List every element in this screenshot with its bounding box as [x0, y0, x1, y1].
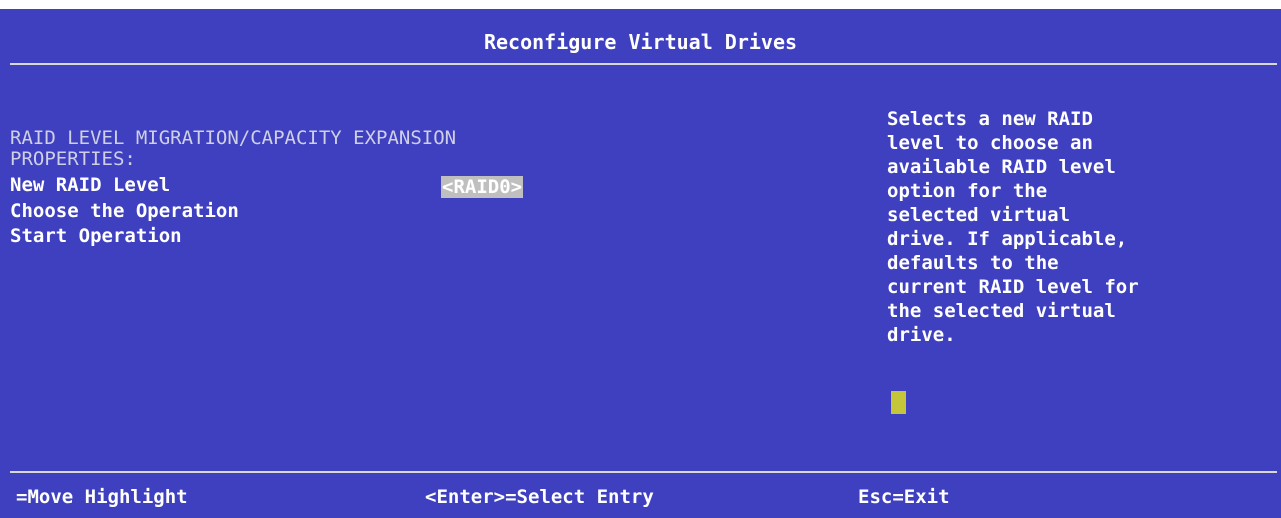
help-line: drive. If applicable,: [887, 228, 1128, 250]
footer-select-entry: <Enter>=Select Entry: [425, 486, 654, 508]
help-line: defaults to the: [887, 252, 1059, 274]
help-line: available RAID level: [887, 156, 1116, 178]
help-line: option for the: [887, 180, 1048, 202]
footer-exit: Esc=Exit: [858, 486, 950, 508]
help-line: current RAID level for: [887, 276, 1139, 298]
help-line: the selected virtual: [887, 300, 1116, 322]
help-panel: Selects a new RAID level to choose an av…: [887, 107, 1267, 347]
bios-setup-window: Reconfigure Virtual Drives RAID LEVEL MI…: [0, 9, 1281, 518]
header-divider: [10, 63, 1277, 65]
menu-item-choose-operation[interactable]: Choose the Operation: [10, 199, 239, 224]
footer-divider: [10, 471, 1277, 473]
screen: Reconfigure Virtual Drives RAID LEVEL MI…: [0, 0, 1281, 518]
help-line: drive.: [887, 324, 956, 346]
text-cursor: [891, 391, 906, 414]
menu-item-start-operation[interactable]: Start Operation: [10, 224, 182, 249]
help-line: selected virtual: [887, 204, 1071, 226]
footer-move-highlight: =Move Highlight: [16, 486, 188, 508]
page-title: Reconfigure Virtual Drives: [483, 30, 798, 54]
help-line: Selects a new RAID: [887, 108, 1093, 130]
menu-item-new-raid-level[interactable]: New RAID Level: [10, 173, 170, 198]
help-line: level to choose an: [887, 132, 1093, 154]
raid-level-value[interactable]: <RAID0>: [441, 176, 524, 198]
section-title-line2: PROPERTIES:: [10, 148, 136, 170]
